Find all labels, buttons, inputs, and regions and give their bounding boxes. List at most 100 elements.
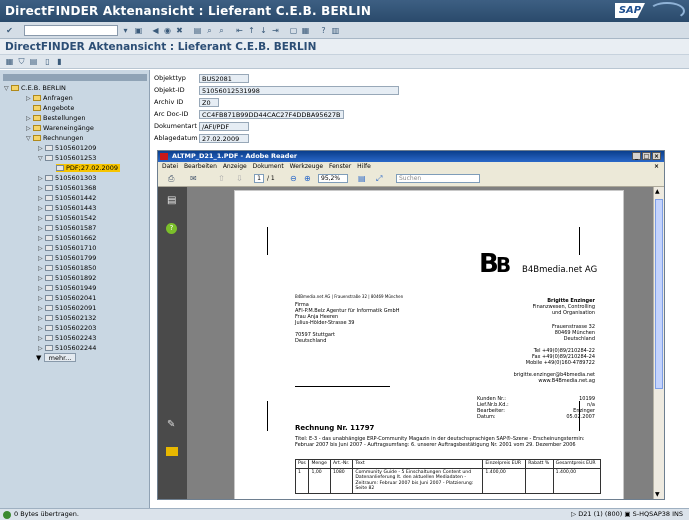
tree-item-invoice[interactable]: ▷ 5105601949 <box>38 284 96 292</box>
print-icon[interactable]: ⎙ <box>168 174 174 184</box>
expand-icon[interactable]: ▷ <box>38 225 45 233</box>
help-icon[interactable]: ? <box>166 223 177 234</box>
expand-icon[interactable]: ▷ <box>38 295 45 303</box>
arc-doc-id-field[interactable]: CC4FB871B99DD44CAC27F4DDBA95627B <box>199 110 344 119</box>
document-icon[interactable]: ▯ <box>42 56 53 67</box>
command-field[interactable] <box>24 25 118 36</box>
next-page-arrow-icon[interactable]: ⇩ <box>236 174 243 184</box>
tree-item-invoice[interactable]: ▷ 5105601542 <box>38 214 96 222</box>
help-icon[interactable]: ? <box>318 25 329 36</box>
print-icon[interactable]: ▤ <box>192 25 203 36</box>
find-icon[interactable]: ⌕ <box>204 25 215 36</box>
tree-item-invoice[interactable]: ▷ 5105601799 <box>38 254 96 262</box>
scroll-down-icon[interactable]: ▼ <box>655 491 660 498</box>
archiv-id-field[interactable]: Z0 <box>199 98 219 107</box>
collapse-icon[interactable]: ▽ <box>4 85 11 93</box>
menu-fenster[interactable]: Fenster <box>329 163 351 170</box>
previous-page-arrow-icon[interactable]: ⇧ <box>218 174 225 184</box>
tree-item-invoice[interactable]: ▷ 5105601303 <box>38 174 96 182</box>
tree-item-invoice[interactable]: ▷ 5105602244 <box>38 344 96 352</box>
more-button[interactable]: mehr... <box>44 353 76 362</box>
tree-item-invoice[interactable]: ▽ 5105601253 <box>38 154 96 162</box>
tree-folder-wareneingaenge[interactable]: ▷ Wareneingänge <box>26 124 94 132</box>
fit-width-icon[interactable]: ⤢ <box>376 174 382 184</box>
tree-item-invoice[interactable]: ▷ 5105602041 <box>38 294 96 302</box>
save-icon[interactable]: ▣ <box>133 25 144 36</box>
search-input[interactable]: Suchen <box>396 174 480 183</box>
tree-item-invoice[interactable]: ▷ 5105601209 <box>38 144 96 152</box>
objekt-id-field[interactable]: 51056012531998 <box>199 86 399 95</box>
page-number-input[interactable]: 1 <box>254 174 264 183</box>
tree-item-invoice[interactable]: ▷ 5105601710 <box>38 244 96 252</box>
expand-icon[interactable]: ▷ <box>38 245 45 253</box>
expand-icon[interactable]: ▷ <box>38 145 45 153</box>
expand-icon[interactable]: ▷ <box>38 185 45 193</box>
tree-item-invoice[interactable]: ▷ 5105601850 <box>38 264 96 272</box>
tree-item-invoice[interactable]: ▷ 5105602091 <box>38 304 96 312</box>
expand-icon[interactable]: ▷ <box>38 205 45 213</box>
scroll-up-icon[interactable]: ▲ <box>655 188 660 195</box>
expand-icon[interactable]: ▷ <box>38 235 45 243</box>
tree-folder-anfragen[interactable]: ▷ Anfragen <box>26 94 73 102</box>
scrollbar-thumb[interactable] <box>655 199 663 389</box>
menu-bearbeiten[interactable]: Bearbeiten <box>184 163 217 170</box>
zoom-in-icon[interactable]: ⊕ <box>304 174 311 184</box>
expand-icon[interactable]: ▷ <box>38 285 45 293</box>
tree-item-invoice[interactable]: ▷ 5105601892 <box>38 274 96 282</box>
zoom-out-icon[interactable]: ⊖ <box>290 174 297 184</box>
back-icon[interactable]: ◀ <box>150 25 161 36</box>
expand-icon[interactable]: ▷ <box>26 125 33 133</box>
expand-icon[interactable]: ▷ <box>26 115 33 123</box>
comments-icon[interactable] <box>166 447 178 456</box>
share-icon[interactable]: ✉ <box>190 174 197 184</box>
maximize-button[interactable]: □ <box>642 152 651 160</box>
tree-folder-bestellungen[interactable]: ▷ Bestellungen <box>26 114 86 122</box>
dokumentart-field[interactable]: /AFI/PDF <box>199 122 249 131</box>
fit-page-icon[interactable]: ▤ <box>358 174 366 184</box>
previous-page-icon[interactable]: ↑ <box>246 25 257 36</box>
tree-item-pdf-selected[interactable]: PDF;27.02.2009 <box>56 164 121 172</box>
menu-datei[interactable]: Datei <box>162 163 178 170</box>
tree-item-invoice[interactable]: ▷ 5105601442 <box>38 194 96 202</box>
collapse-icon[interactable]: ▽ <box>26 135 33 143</box>
menu-dokument[interactable]: Dokument <box>253 163 284 170</box>
menu-hilfe[interactable]: Hilfe <box>357 163 371 170</box>
last-page-icon[interactable]: ⇥ <box>270 25 281 36</box>
expand-icon[interactable]: ▷ <box>38 335 45 343</box>
close-document-icon[interactable]: × <box>654 162 659 171</box>
tree-folder-angebote[interactable]: Angebote <box>33 104 74 112</box>
shortcut-icon[interactable]: ▦ <box>300 25 311 36</box>
details-icon[interactable]: ▤ <box>28 56 39 67</box>
expand-icon[interactable]: ▷ <box>38 265 45 273</box>
cancel-icon[interactable]: ✖ <box>174 25 185 36</box>
expand-icon[interactable]: ▷ <box>38 195 45 203</box>
tree-item-invoice[interactable]: ▷ 5105601662 <box>38 234 96 242</box>
objekttyp-field[interactable]: BUS2081 <box>199 74 249 83</box>
menu-werkzeuge[interactable]: Werkzeuge <box>290 163 323 170</box>
enter-icon[interactable]: ✔ <box>4 25 15 36</box>
tree-folder-rechnungen[interactable]: ▽ Rechnungen <box>26 134 84 142</box>
new-session-icon[interactable]: ▢ <box>288 25 299 36</box>
command-history-icon[interactable]: ▾ <box>120 25 131 36</box>
expand-icon[interactable]: ▷ <box>38 315 45 323</box>
tree-item-invoice[interactable]: ▷ 5105602132 <box>38 314 96 322</box>
tree-root[interactable]: ▽ C.E.B. BERLIN <box>4 84 66 92</box>
expand-icon[interactable]: ▷ <box>26 95 33 103</box>
close-button[interactable]: × <box>652 152 661 160</box>
find-next-icon[interactable]: ⌕ <box>216 25 227 36</box>
grid-icon[interactable]: ▦ <box>4 56 15 67</box>
expand-icon[interactable]: ▷ <box>38 215 45 223</box>
attachment-icon[interactable]: ✎ <box>167 419 175 430</box>
next-page-icon[interactable]: ↓ <box>258 25 269 36</box>
exit-icon[interactable]: ◉ <box>162 25 173 36</box>
vertical-scrollbar[interactable]: ▲ ▼ <box>653 187 664 499</box>
ablagedatum-field[interactable]: 27.02.2009 <box>199 134 249 143</box>
tree-item-invoice[interactable]: ▷ 5105601368 <box>38 184 96 192</box>
tree-item-invoice[interactable]: ▷ 5105602243 <box>38 334 96 342</box>
delete-icon[interactable]: ▮ <box>54 56 65 67</box>
expand-icon[interactable]: ▷ <box>38 175 45 183</box>
zoom-select[interactable]: 95,2% <box>318 174 348 183</box>
minimize-button[interactable]: _ <box>632 152 641 160</box>
expand-icon[interactable]: ▷ <box>38 305 45 313</box>
filter-icon[interactable]: ⛉ <box>16 56 27 67</box>
